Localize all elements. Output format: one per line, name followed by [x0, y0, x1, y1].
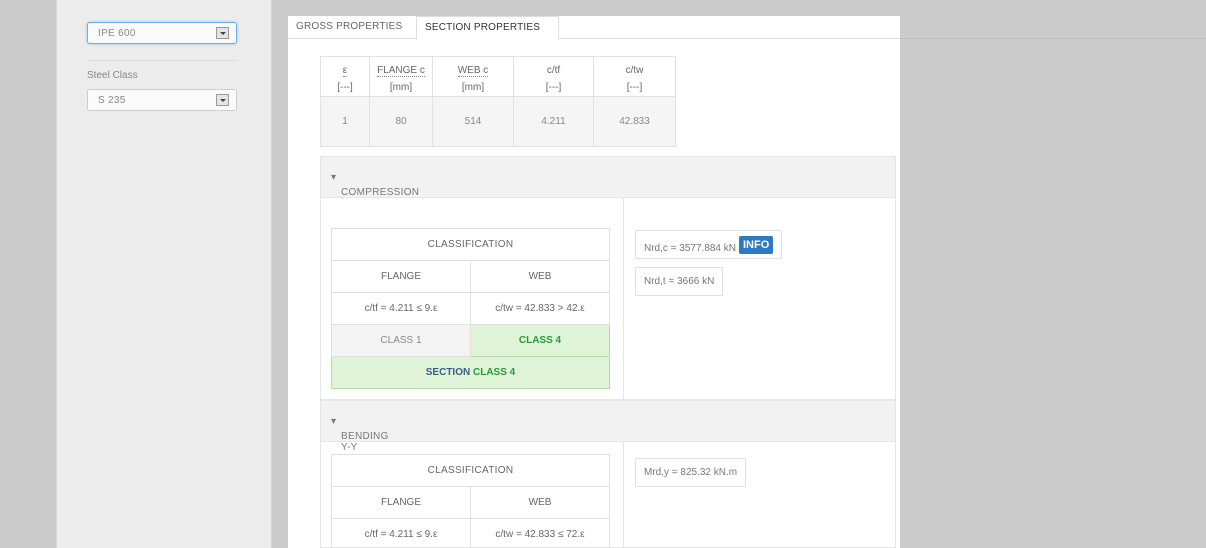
bending-header[interactable]: ▾ BENDING Y-Y [320, 400, 896, 453]
steel-class-select-value: S 235 [98, 95, 126, 106]
profile-select[interactable]: IPE 600 [87, 22, 237, 44]
web-check: c/tw = 42.833 > 42.ε [470, 292, 610, 325]
nrd-c-box: Nrd,c = 3577.884 kN INFO [635, 230, 783, 259]
header-web-c: WEB c [mm] [432, 56, 514, 97]
compression-title: ▾ COMPRESSION [331, 172, 420, 198]
header-epsilon: ε [---] [320, 56, 370, 97]
section-class: SECTION CLASS 4 [331, 356, 610, 389]
bending-classification-table: CLASSIFICATION FLANGE WEB c/tf = 4.211 ≤… [331, 454, 610, 548]
chevron-down-icon[interactable] [216, 27, 229, 39]
compression-header[interactable]: ▾ COMPRESSION [320, 156, 896, 198]
header-c-tf: c/tf [---] [513, 56, 594, 97]
section-properties-table: ε [---] FLANGE c [mm] WEB c [mm] c/tf [---] … [320, 56, 676, 147]
web-check: c/tw = 42.833 ≤ 72.ε [470, 518, 610, 548]
bending-title: ▾ BENDING Y-Y [331, 416, 389, 453]
divider [623, 198, 624, 400]
value-c-tw: 42.833 [593, 96, 676, 147]
table-row: 1 80 514 4.211 42.833 [320, 96, 676, 147]
web-label: WEB [470, 260, 610, 293]
compression-body: CLASSIFICATION FLANGE WEB c/tf = 4.211 ≤… [320, 198, 896, 400]
value-flange-c: 80 [369, 96, 433, 147]
nrd-c-value: Nrd,c = 3577.884 kN [644, 243, 736, 254]
header-flange-c: FLANGE c [mm] [369, 56, 433, 97]
web-class: CLASS 4 [470, 324, 610, 357]
value-web-c: 514 [432, 96, 514, 147]
steel-class-select[interactable]: S 235 [87, 89, 237, 111]
profile-select-value: IPE 600 [98, 28, 136, 39]
web-label: WEB [470, 486, 610, 519]
steel-class-label: Steel Class [87, 70, 138, 81]
divider [623, 442, 624, 548]
mrd-value: Mrd,y = 825.32 kN.m [644, 467, 738, 478]
chevron-down-icon[interactable] [216, 94, 229, 106]
tab-bar: GROSS PROPERTIES SECTION PROPERTIES [288, 16, 900, 40]
value-epsilon: 1 [320, 96, 370, 147]
header-c-tw: c/tw [---] [593, 56, 676, 97]
nrd-t-box: Nrd,t = 3666 kN [635, 267, 724, 296]
bending-body: CLASSIFICATION FLANGE WEB c/tf = 4.211 ≤… [320, 442, 896, 548]
main-panel: GROSS PROPERTIES SECTION PROPERTIES ε [--… [288, 16, 900, 548]
mrd-box: Mrd,y = 825.32 kN.m [635, 458, 747, 487]
value-c-tf: 4.211 [513, 96, 594, 147]
divider [87, 60, 237, 61]
tab-section-properties[interactable]: SECTION PROPERTIES [416, 16, 559, 40]
flange-check: c/tf = 4.211 ≤ 9.ε [331, 518, 471, 548]
nrd-t-value: Nrd,t = 3666 kN [644, 276, 715, 287]
tab-gross-properties[interactable]: GROSS PROPERTIES [288, 16, 410, 39]
classification-title: CLASSIFICATION [331, 454, 610, 487]
sidebar: IPE 600 Steel Class S 235 [56, 0, 272, 548]
info-button[interactable]: INFO [739, 236, 774, 254]
flange-class: CLASS 1 [331, 324, 471, 357]
flange-check: c/tf = 4.211 ≤ 9.ε [331, 292, 471, 325]
flange-label: FLANGE [331, 486, 471, 519]
compression-classification-table: CLASSIFICATION FLANGE WEB c/tf = 4.211 ≤… [331, 228, 610, 389]
classification-title: CLASSIFICATION [331, 228, 610, 261]
divider [900, 38, 1206, 39]
flange-label: FLANGE [331, 260, 471, 293]
